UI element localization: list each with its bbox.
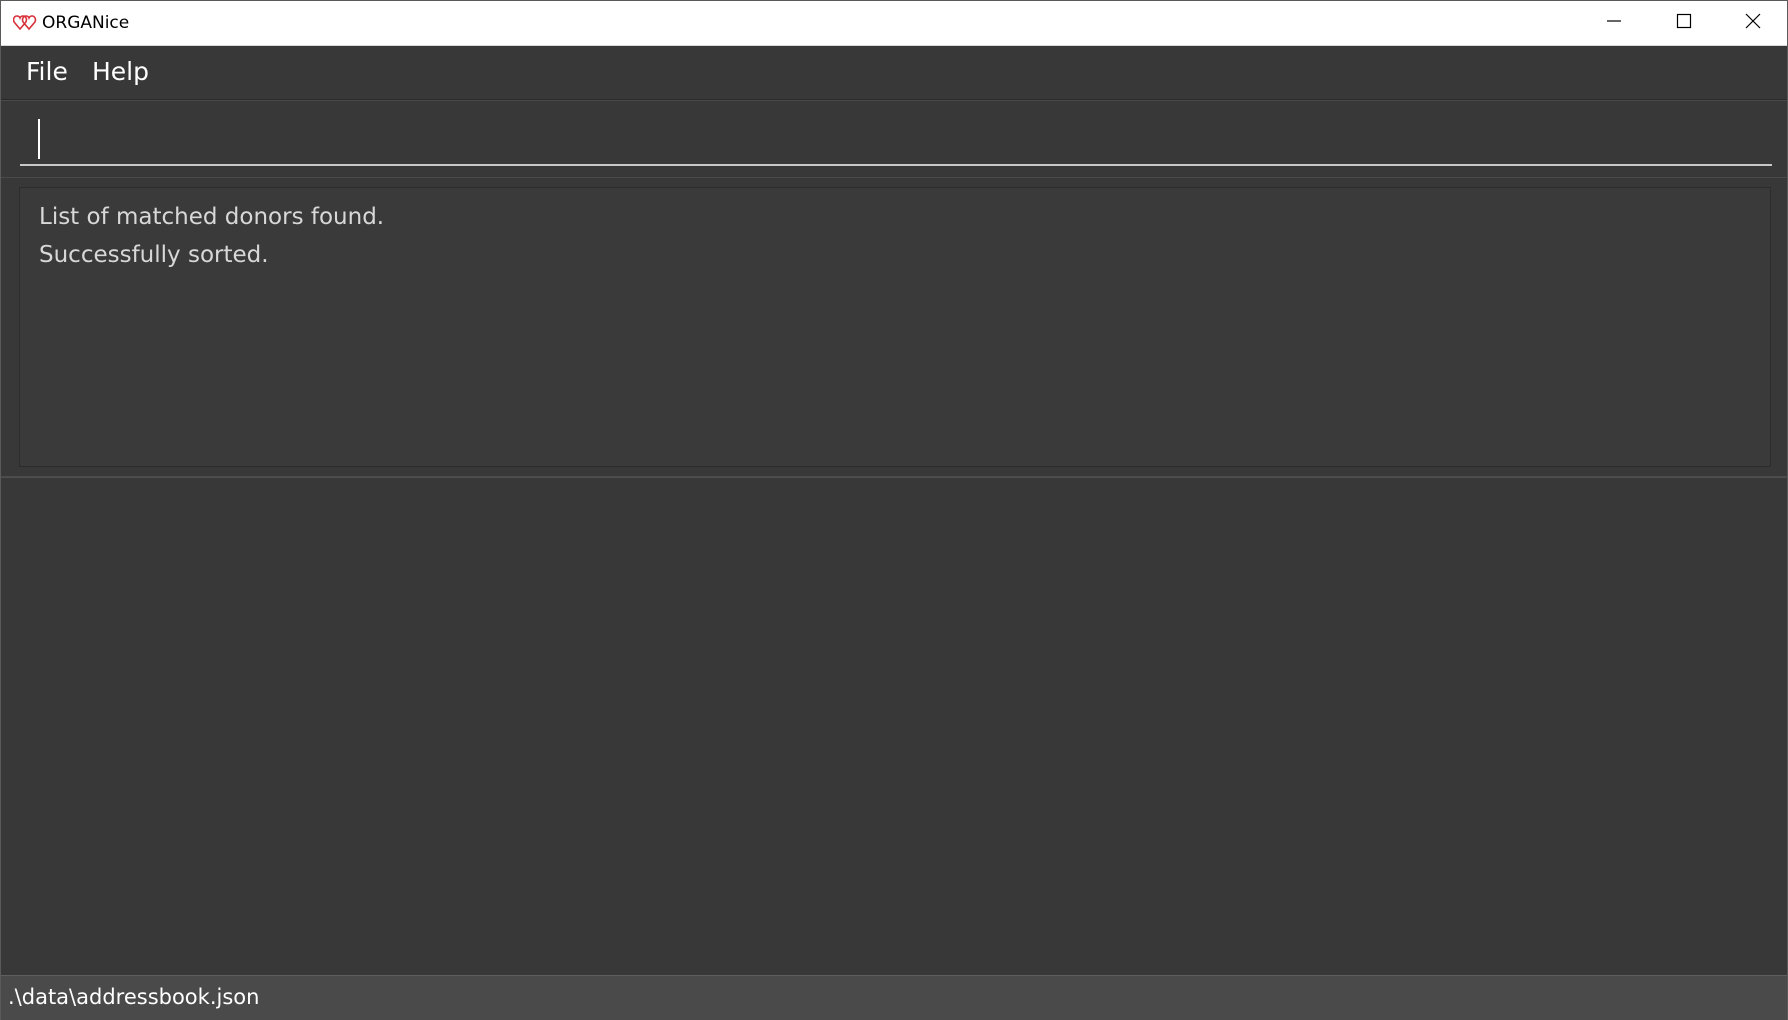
save-location-label: .\data\addressbook.json (8, 985, 260, 1009)
command-input[interactable] (20, 111, 1772, 166)
minimize-button[interactable] (1579, 1, 1649, 45)
menu-help[interactable]: Help (88, 56, 153, 88)
maximize-button[interactable] (1649, 1, 1719, 45)
result-display: List of matched donors found. Successful… (1, 178, 1787, 477)
app-window: ORGANice File Help List of matched donor… (0, 0, 1788, 1020)
title-bar[interactable]: ORGANice (1, 1, 1787, 46)
status-bar: .\data\addressbook.json (1, 975, 1787, 1020)
minimize-icon (1606, 13, 1622, 33)
close-icon (1745, 13, 1761, 33)
menu-file[interactable]: File (22, 56, 72, 88)
double-heart-icon (12, 14, 37, 32)
window-title: ORGANice (42, 13, 130, 33)
maximize-icon (1676, 13, 1692, 33)
text-caret (38, 119, 40, 159)
close-button[interactable] (1718, 1, 1788, 45)
result-message-line: List of matched donors found. (39, 204, 385, 230)
result-text-area[interactable]: List of matched donors found. Successful… (19, 187, 1771, 467)
person-list-panel[interactable] (1, 477, 1787, 976)
command-box (1, 100, 1787, 178)
menu-bar: File Help (1, 46, 1787, 100)
result-message-line: Successfully sorted. (39, 242, 269, 268)
